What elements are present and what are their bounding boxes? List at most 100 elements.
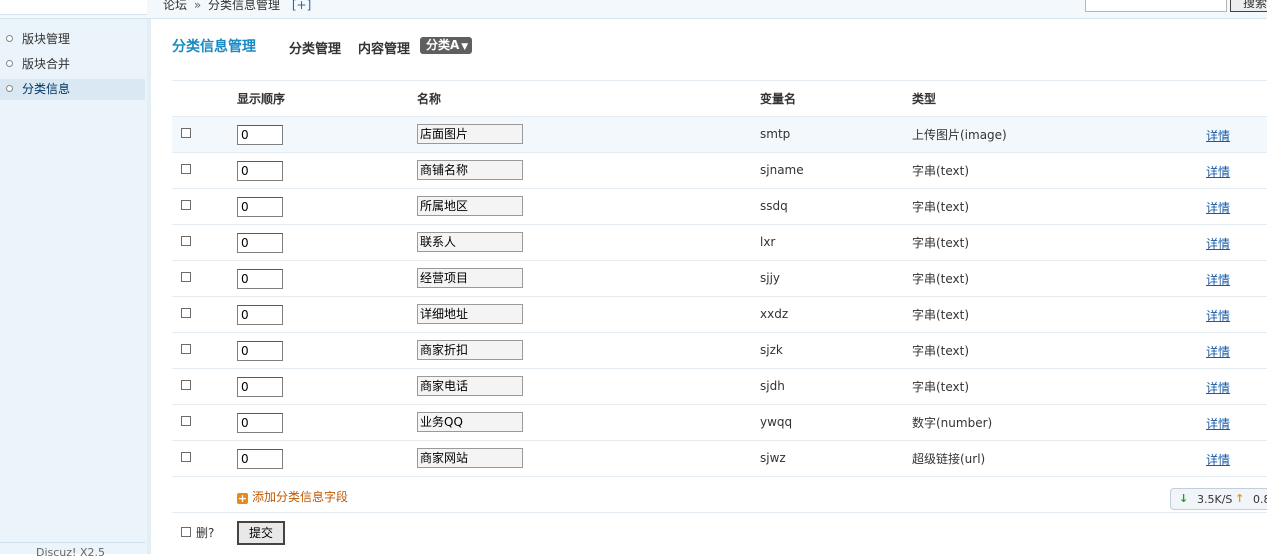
table-row: 0 店面图片 smtp 上传图片(image) 详情 — [172, 116, 1267, 152]
top-search-button[interactable]: 搜索 — [1230, 0, 1267, 12]
type-cell: 字串(text) — [912, 272, 970, 286]
breadcrumb: 论坛 » 分类信息管理 [+] — [163, 0, 311, 13]
divider — [172, 224, 1267, 225]
breadcrumb-expand[interactable]: [+] — [292, 0, 311, 12]
type-cell: 字串(text) — [912, 200, 970, 214]
divider — [172, 188, 1267, 189]
footer-text: Discuz! X2.5 — [36, 546, 105, 557]
detail-link[interactable]: 详情 — [1206, 379, 1230, 396]
tab-category-manage[interactable]: 分类管理 — [289, 38, 341, 57]
category-dropdown[interactable]: 分类A ▼ — [420, 37, 473, 54]
varname-cell: xxdz — [760, 307, 789, 321]
row-checkbox[interactable] — [181, 452, 191, 462]
submit-button[interactable]: 提交 — [237, 521, 285, 545]
order-input[interactable]: 0 — [237, 125, 283, 145]
detail-link[interactable]: 详情 — [1206, 235, 1230, 252]
detail-link[interactable]: 详情 — [1206, 271, 1230, 288]
detail-link[interactable]: 详情 — [1206, 163, 1230, 180]
order-input[interactable]: 0 — [237, 413, 283, 433]
name-input[interactable]: 商家电话 — [417, 376, 523, 396]
detail-link[interactable]: 详情 — [1206, 343, 1230, 360]
divider — [172, 404, 1267, 405]
header-name: 名称 — [417, 92, 442, 106]
divider — [172, 152, 1267, 153]
type-cell: 字串(text) — [912, 344, 970, 358]
detail-link[interactable]: 详情 — [1206, 451, 1230, 468]
page-title: 分类信息管理 — [172, 39, 256, 55]
table-row: 0 商家电话 sjdh 字串(text) 详情 — [172, 368, 1267, 404]
name-input[interactable]: 详细地址 — [417, 304, 523, 324]
bullet-icon — [6, 35, 13, 42]
name-input[interactable]: 商家网站 — [417, 448, 523, 468]
header-type: 类型 — [912, 92, 937, 106]
row-checkbox[interactable] — [181, 344, 191, 354]
delete-checkbox[interactable] — [181, 527, 191, 537]
detail-link[interactable]: 详情 — [1206, 415, 1230, 432]
order-input[interactable]: 0 — [237, 233, 283, 253]
divider — [172, 368, 1267, 369]
add-icon: + — [237, 492, 248, 505]
divider — [172, 116, 1267, 117]
delete-label: 删? — [196, 526, 215, 540]
order-input[interactable]: 0 — [237, 449, 283, 469]
breadcrumb-root[interactable]: 论坛 — [163, 0, 187, 12]
table-row: 0 详细地址 xxdz 字串(text) 详情 — [172, 296, 1267, 332]
network-speed-widget: ↓ 3.5K/S ↑ 0.8 — [1170, 488, 1267, 510]
order-input[interactable]: 0 — [237, 161, 283, 181]
upload-speed: 0.8 — [1253, 493, 1267, 506]
add-field-link[interactable]: + 添加分类信息字段 — [237, 488, 348, 505]
download-speed: 3.5K/S — [1197, 493, 1233, 506]
row-checkbox[interactable] — [181, 128, 191, 138]
row-checkbox[interactable] — [181, 272, 191, 282]
varname-cell: ywqq — [760, 415, 793, 429]
row-checkbox[interactable] — [181, 236, 191, 246]
order-input[interactable]: 0 — [237, 341, 283, 361]
sidebar-footer: Discuz! X2.5 — [0, 542, 145, 557]
top-left-strip — [0, 0, 147, 15]
table-row: 0 商家网站 sjwz 超级链接(url) 详情 — [172, 440, 1267, 476]
download-arrow-icon: ↓ — [1179, 492, 1189, 505]
row-checkbox[interactable] — [181, 416, 191, 426]
order-input[interactable]: 0 — [237, 377, 283, 397]
upload-arrow-icon: ↑ — [1235, 492, 1245, 505]
name-input[interactable]: 业务QQ — [417, 412, 523, 432]
type-cell: 字串(text) — [912, 236, 970, 250]
detail-link[interactable]: 详情 — [1206, 307, 1230, 324]
sidebar-item-forum-merge[interactable]: 版块合并 — [0, 54, 145, 75]
row-checkbox[interactable] — [181, 380, 191, 390]
name-input[interactable]: 商铺名称 — [417, 160, 523, 180]
table-row: 0 商家折扣 sjzk 字串(text) 详情 — [172, 332, 1267, 368]
divider — [172, 512, 1267, 513]
order-input[interactable]: 0 — [237, 269, 283, 289]
row-checkbox[interactable] — [181, 200, 191, 210]
breadcrumb-current: 分类信息管理 — [208, 0, 281, 12]
detail-link[interactable]: 详情 — [1206, 127, 1230, 144]
name-input[interactable]: 经营项目 — [417, 268, 523, 288]
sidebar-item-classified-info[interactable]: 分类信息 — [0, 79, 145, 100]
sidebar-item-forum-manage[interactable]: 版块管理 — [0, 29, 145, 50]
name-input[interactable]: 联系人 — [417, 232, 523, 252]
name-input[interactable]: 所属地区 — [417, 196, 523, 216]
breadcrumb-separator: » — [193, 0, 202, 12]
type-cell: 字串(text) — [912, 308, 970, 322]
divider — [172, 260, 1267, 261]
type-cell: 字串(text) — [912, 164, 970, 178]
order-input[interactable]: 0 — [237, 305, 283, 325]
top-search-input[interactable] — [1085, 0, 1227, 12]
name-input[interactable]: 店面图片 — [417, 124, 523, 144]
varname-cell: smtp — [760, 127, 791, 141]
tab-content-manage[interactable]: 内容管理 — [358, 38, 410, 57]
sidebar-item-label: 版块管理 — [22, 32, 71, 46]
bullet-icon — [6, 85, 13, 92]
table-row: 0 联系人 lxr 字串(text) 详情 — [172, 224, 1267, 260]
sidebar: 版块管理 版块合并 分类信息 Discuz! X2.5 — [0, 19, 151, 557]
type-cell: 数字(number) — [912, 416, 993, 430]
name-input[interactable]: 商家折扣 — [417, 340, 523, 360]
divider — [172, 332, 1267, 333]
row-checkbox[interactable] — [181, 308, 191, 318]
detail-link[interactable]: 详情 — [1206, 199, 1230, 216]
order-input[interactable]: 0 — [237, 197, 283, 217]
divider — [172, 440, 1267, 441]
category-dropdown-label: 分类A — [426, 38, 460, 52]
row-checkbox[interactable] — [181, 164, 191, 174]
